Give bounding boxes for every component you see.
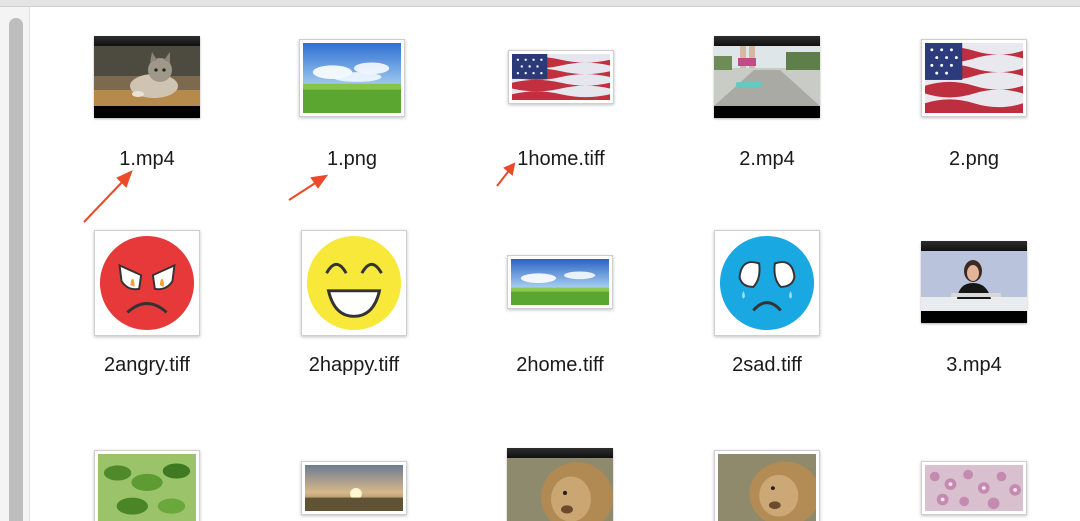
file-item-2sad-tiff[interactable]: 2sad.tiff bbox=[677, 228, 857, 388]
file-name[interactable]: 1.mp4 bbox=[57, 148, 237, 171]
file-item-flowers[interactable] bbox=[884, 448, 1064, 521]
file-item-sunset[interactable] bbox=[264, 448, 444, 521]
image-thumbnail[interactable] bbox=[94, 230, 200, 336]
file-item-1-png[interactable]: 1.png bbox=[262, 30, 442, 190]
file-name[interactable]: 2angry.tiff bbox=[57, 354, 237, 377]
file-item-lion-video[interactable] bbox=[470, 448, 650, 521]
file-grid: 1.mp4 1.png 1home.tiff 2.mp4 2.png 2angr… bbox=[0, 0, 1080, 521]
file-name[interactable]: 3.mp4 bbox=[884, 354, 1064, 377]
image-thumbnail[interactable] bbox=[301, 230, 407, 336]
image-thumbnail[interactable] bbox=[301, 461, 407, 515]
video-thumbnail[interactable] bbox=[94, 36, 200, 118]
file-name[interactable]: 2.mp4 bbox=[677, 148, 857, 171]
file-item-2happy-tiff[interactable]: 2happy.tiff bbox=[264, 228, 444, 388]
image-thumbnail[interactable] bbox=[921, 461, 1027, 515]
video-thumbnail[interactable] bbox=[507, 448, 613, 521]
file-item-2-png[interactable]: 2.png bbox=[884, 30, 1064, 190]
video-thumbnail[interactable] bbox=[714, 36, 820, 118]
file-item-lion[interactable] bbox=[677, 448, 857, 521]
file-item-2home-tiff[interactable]: 2home.tiff bbox=[470, 228, 650, 388]
file-name[interactable]: 2.png bbox=[884, 148, 1064, 171]
file-name[interactable]: 2happy.tiff bbox=[264, 354, 444, 377]
image-thumbnail[interactable] bbox=[94, 450, 200, 521]
image-thumbnail[interactable] bbox=[921, 39, 1027, 117]
image-thumbnail[interactable] bbox=[299, 39, 405, 117]
file-name[interactable]: 1home.tiff bbox=[471, 148, 651, 171]
file-item-1-mp4[interactable]: 1.mp4 bbox=[57, 30, 237, 190]
file-item-leaves[interactable] bbox=[57, 448, 237, 521]
file-name[interactable]: 1.png bbox=[262, 148, 442, 171]
image-thumbnail[interactable] bbox=[714, 230, 820, 336]
file-name[interactable]: 2home.tiff bbox=[470, 354, 650, 377]
video-thumbnail[interactable] bbox=[921, 241, 1027, 323]
image-thumbnail[interactable] bbox=[508, 50, 614, 104]
file-item-3-mp4[interactable]: 3.mp4 bbox=[884, 228, 1064, 388]
image-thumbnail[interactable] bbox=[507, 255, 613, 309]
file-item-2angry-tiff[interactable]: 2angry.tiff bbox=[57, 228, 237, 388]
file-item-2-mp4[interactable]: 2.mp4 bbox=[677, 30, 857, 190]
file-item-1home-tiff[interactable]: 1home.tiff bbox=[471, 30, 651, 190]
file-name[interactable]: 2sad.tiff bbox=[677, 354, 857, 377]
image-thumbnail[interactable] bbox=[714, 450, 820, 521]
